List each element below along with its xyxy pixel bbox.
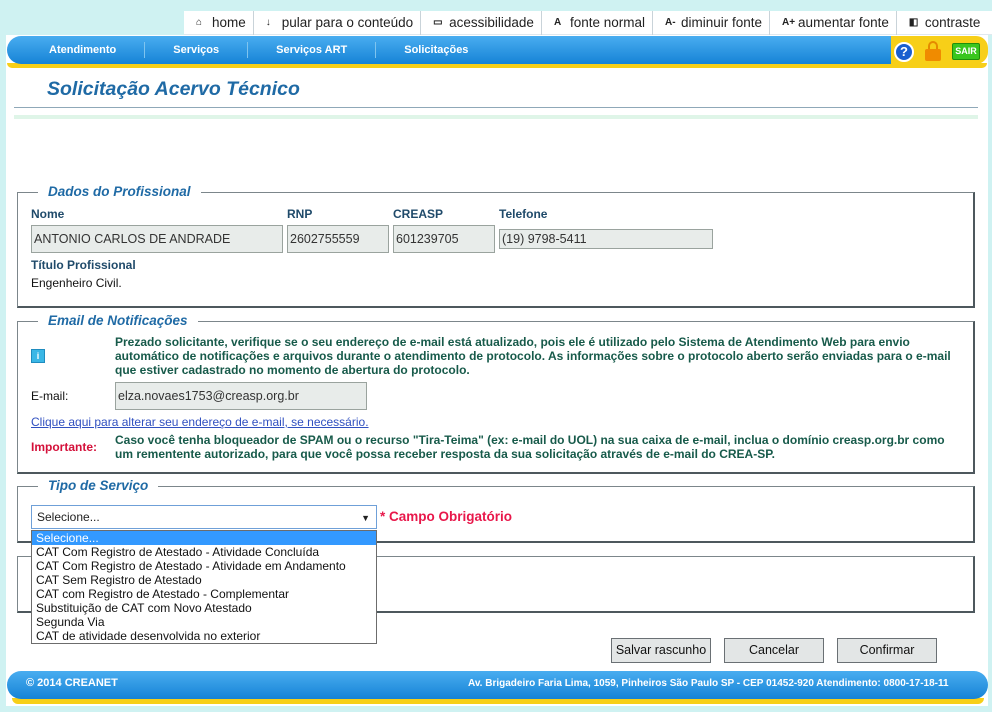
page-title: Solicitação Acervo Técnico: [47, 78, 300, 100]
nav-item-servicos-art[interactable]: Serviços ART: [248, 42, 377, 58]
name-label: Nome: [31, 207, 65, 221]
title-divider: [14, 107, 978, 108]
monitor-icon: ▭: [433, 17, 443, 28]
nav-item-servicos[interactable]: Serviços: [145, 42, 249, 58]
save-draft-button[interactable]: Salvar rascunho: [611, 638, 711, 663]
important-label: Importante:: [31, 440, 97, 454]
option-cat-registro-andamento[interactable]: CAT Com Registro de Atestado - Atividade…: [32, 559, 376, 573]
option-cat-registro-concluida[interactable]: CAT Com Registro de Atestado - Atividade…: [32, 545, 376, 559]
font-increase-icon: A+: [782, 17, 796, 28]
contrast-link[interactable]: ◧ contraste: [897, 11, 989, 35]
option-cat-sem-registro[interactable]: CAT Sem Registro de Atestado: [32, 573, 376, 587]
name-field: ANTONIO CARLOS DE ANDRADE: [31, 225, 283, 253]
phone-label: Telefone: [499, 207, 548, 221]
important-text: Caso você tenha bloqueador de SPAM ou o …: [115, 433, 945, 461]
logout-button[interactable]: SAIR: [952, 43, 980, 60]
contrast-link-label: contraste: [924, 15, 981, 30]
service-type-legend: Tipo de Serviço: [38, 478, 159, 493]
nav-item-solicitacoes[interactable]: Solicitações: [376, 42, 496, 58]
phone-field: (19) 9798-5411: [499, 229, 713, 249]
rnp-field: 2602755559: [287, 225, 389, 253]
increase-font-label: aumentar fonte: [798, 15, 889, 30]
creasp-label: CREASP: [393, 207, 444, 221]
accessibility-link[interactable]: ▭ acessibilidade: [421, 10, 542, 35]
option-substituicao-cat[interactable]: Substituição de CAT com Novo Atestado: [32, 601, 376, 615]
font-decrease-icon: A-: [665, 17, 676, 28]
change-email-link[interactable]: Clique aqui para alterar seu endereço de…: [31, 415, 369, 429]
professional-data-legend: Dados do Profissional: [38, 184, 201, 199]
service-type-options: Selecione... CAT Com Registro de Atestad…: [31, 530, 377, 644]
info-icon: i: [31, 349, 45, 363]
home-icon: ⌂: [196, 17, 203, 28]
email-field: elza.novaes1753@creasp.org.br: [115, 382, 367, 410]
cancel-button[interactable]: Cancelar: [724, 638, 824, 663]
arrow-down-icon: ↓: [265, 17, 271, 28]
option-cat-complementar[interactable]: CAT com Registro de Atestado - Complemen…: [32, 587, 376, 601]
skip-link-label: pular para o conteúdo: [281, 15, 414, 30]
normal-font-link[interactable]: Afonte normal: [542, 10, 653, 35]
required-field-note: * Campo Obrigatório: [380, 509, 513, 524]
service-type-selected: Selecione...: [37, 510, 100, 524]
accessibility-bar: ⌂ home ↓ pular para o conteúdo ▭ acessibili…: [184, 10, 992, 35]
option-cat-exterior[interactable]: CAT de atividade desenvolvida no exterio…: [32, 629, 376, 643]
contrast-icon: ◧: [908, 17, 919, 28]
skip-to-content-link[interactable]: ↓ pular para o conteúdo: [254, 10, 422, 35]
option-segunda-via[interactable]: Segunda Via: [32, 615, 376, 629]
option-selecione[interactable]: Selecione...: [32, 531, 376, 545]
increase-font-link[interactable]: A+ aumentar fonte: [770, 10, 897, 35]
decrease-font-label: diminuir fonte: [681, 15, 763, 30]
email-legend: Email de Notificações: [38, 313, 198, 328]
creasp-field: 601239705: [393, 225, 495, 253]
normal-font-label: fonte normal: [569, 15, 645, 30]
lock-icon[interactable]: [925, 41, 941, 61]
service-type-select[interactable]: Selecione... ▼: [31, 505, 377, 529]
confirm-button[interactable]: Confirmar: [837, 638, 937, 663]
home-link-label: home: [212, 15, 246, 30]
nav-item-atendimento[interactable]: Atendimento: [7, 42, 146, 58]
title-label: Título Profissional: [31, 258, 136, 272]
main-nav: Atendimento Serviços Serviços ART Solici…: [7, 36, 891, 64]
email-info-text: Prezado solicitante, verifique se o seu …: [115, 335, 951, 377]
professional-title-value: Engenheiro Civil.: [31, 276, 122, 290]
dropdown-arrow-icon: ▼: [361, 513, 370, 523]
accessibility-link-label: acessibilidade: [449, 15, 534, 30]
home-link[interactable]: ⌂ home: [184, 10, 254, 35]
email-label: E-mail:: [31, 389, 69, 403]
footer-address: Av. Brigadeiro Faria Lima, 1059, Pinheir…: [468, 678, 949, 689]
rnp-label: RNP: [287, 207, 313, 221]
title-band: [14, 115, 978, 119]
decrease-font-link[interactable]: A-diminuir fonte: [653, 10, 771, 35]
footer-copyright: © 2014 CREANET: [26, 677, 118, 689]
help-icon[interactable]: ?: [894, 42, 914, 62]
font-normal-icon: A: [553, 17, 562, 28]
